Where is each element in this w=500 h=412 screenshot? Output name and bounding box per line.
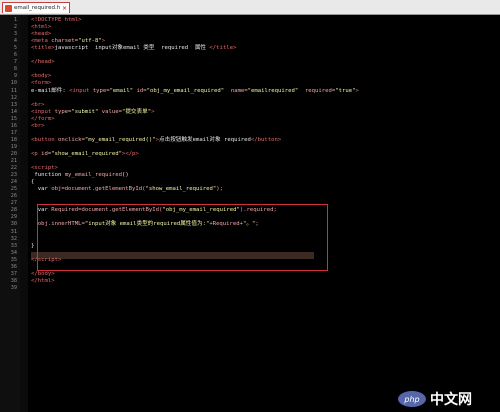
line-code: <title>javascript input对象email 类型 requir… <box>31 45 237 52</box>
line-number: 5 <box>13 45 17 52</box>
line-number: 35 <box>10 256 17 263</box>
line-code: </body> <box>31 270 55 277</box>
line-code: <html> <box>31 24 52 31</box>
line-code: <!DOCTYPE html> <box>31 17 82 23</box>
line-number: 8 <box>13 66 17 73</box>
code-line[interactable]: 39 <box>0 285 500 292</box>
line-number: 32 <box>10 235 17 242</box>
line-number: 37 <box>10 270 17 277</box>
code-line[interactable]: 12 <box>0 95 500 102</box>
code-line[interactable]: 21 <box>0 158 500 165</box>
code-line[interactable]: 18 <button onclick="my_email_required()">… <box>0 137 500 144</box>
watermark-text: 中文网 <box>430 392 472 408</box>
line-code: <script> <box>31 165 58 172</box>
code-line[interactable]: 14 <input type="submit" value="提交表单"> <box>0 109 500 116</box>
code-line[interactable]: 9 <body> <box>0 73 500 80</box>
code-line[interactable]: 8 <box>0 66 500 73</box>
line-number: 19 <box>10 143 17 150</box>
close-icon[interactable]: × <box>62 5 67 12</box>
line-number: 14 <box>10 108 17 115</box>
file-tab-label: email_required.html <box>14 5 60 11</box>
line-number: 33 <box>10 242 17 249</box>
line-code: </html> <box>31 277 55 284</box>
line-number: 13 <box>10 101 17 108</box>
code-line[interactable]: 38 </html> <box>0 278 500 285</box>
line-number: 17 <box>10 129 17 136</box>
code-line[interactable]: 5 <title>javascript input对象email 类型 requi… <box>0 45 500 52</box>
code-line[interactable]: 22 <script> <box>0 165 500 172</box>
tab-bar: email_required.html × <box>0 0 500 15</box>
line-number: 2 <box>13 24 17 31</box>
code-line[interactable]: 3 <head> <box>0 31 500 38</box>
line-number: 28 <box>10 207 17 214</box>
line-number: 9 <box>13 73 17 80</box>
code-line[interactable]: 20 <p id="show_email_required"></p> <box>0 151 500 158</box>
code-line[interactable]: 19 <box>0 144 500 151</box>
line-number: 1 <box>13 17 17 23</box>
code-line[interactable]: 16 <br> <box>0 123 500 130</box>
line-code: <form> <box>31 80 52 87</box>
line-number: 12 <box>10 94 17 101</box>
line-number: 23 <box>10 172 17 179</box>
line-code: <head> <box>31 31 52 38</box>
line-number: 10 <box>10 80 17 87</box>
line-code: <input type="submit" value="提交表单"> <box>31 108 155 115</box>
code-line[interactable]: 6 <box>0 52 500 59</box>
code-line[interactable]: 13 <br> <box>0 102 500 109</box>
line-number: 3 <box>13 31 17 38</box>
code-line[interactable]: 7 </head> <box>0 59 500 66</box>
code-line[interactable]: 10 <form> <box>0 80 500 87</box>
line-number: 34 <box>10 249 17 256</box>
line-code: var obj=document.getElementById("show_em… <box>31 186 223 193</box>
code-line[interactable]: 11 e-mail邮件: <input type="email" id="obj_… <box>0 88 500 95</box>
watermark: php 中文网 <box>398 388 496 410</box>
line-number: 39 <box>10 284 17 291</box>
code-line[interactable]: 37 </body> <box>0 271 500 278</box>
file-tab[interactable]: email_required.html × <box>2 2 70 13</box>
line-code: </form> <box>31 115 55 122</box>
line-code: e-mail邮件: <input type="email" id="obj_my… <box>31 87 359 94</box>
line-code: <body> <box>31 73 52 80</box>
line-number: 29 <box>10 214 17 221</box>
line-number: 31 <box>10 228 17 235</box>
line-number: 36 <box>10 263 17 270</box>
line-number: 38 <box>10 277 17 284</box>
line-number: 30 <box>10 221 17 228</box>
line-number: 18 <box>10 136 17 143</box>
line-number: 21 <box>10 158 17 164</box>
php-logo: php <box>398 391 426 407</box>
line-number: 27 <box>10 200 17 207</box>
code-line[interactable]: 15 </form> <box>0 116 500 123</box>
line-number: 7 <box>13 59 17 66</box>
annotation-highlight-box <box>37 204 328 271</box>
line-number: 26 <box>10 193 17 200</box>
line-number: 24 <box>10 179 17 186</box>
line-number: 6 <box>13 52 17 59</box>
code-line[interactable]: 17 <box>0 130 500 137</box>
code-line[interactable]: 2 <html> <box>0 24 500 31</box>
line-number: 16 <box>10 122 17 129</box>
line-code: <p id="show_email_required"></p> <box>31 150 139 157</box>
line-number: 20 <box>10 150 17 157</box>
line-code: <br> <box>31 122 45 129</box>
code-line[interactable]: 24 { <box>0 179 500 186</box>
line-number: 22 <box>10 165 17 172</box>
line-code: { <box>31 179 35 186</box>
code-line[interactable]: 1 <!DOCTYPE html> <box>0 17 500 24</box>
html-file-icon <box>5 4 12 12</box>
code-line[interactable]: 25 var obj=document.getElementById("show… <box>0 186 500 193</box>
code-line[interactable]: 26 <box>0 193 500 200</box>
line-code: } <box>31 242 35 249</box>
line-number: 4 <box>13 38 17 45</box>
line-number: 25 <box>10 186 17 193</box>
code-editor[interactable]: 1 <!DOCTYPE html> 2 <html> 3 <head> 4 <meta cha… <box>0 15 500 412</box>
code-line[interactable]: 23 function my_email_required() <box>0 172 500 179</box>
line-number: 15 <box>10 115 17 122</box>
line-code: function my_email_required() <box>31 172 129 179</box>
line-code: <br> <box>31 101 45 108</box>
line-number: 11 <box>10 87 17 94</box>
line-code: <button onclick="my_email_required()">点击… <box>31 136 282 143</box>
line-code: </head> <box>31 59 55 66</box>
